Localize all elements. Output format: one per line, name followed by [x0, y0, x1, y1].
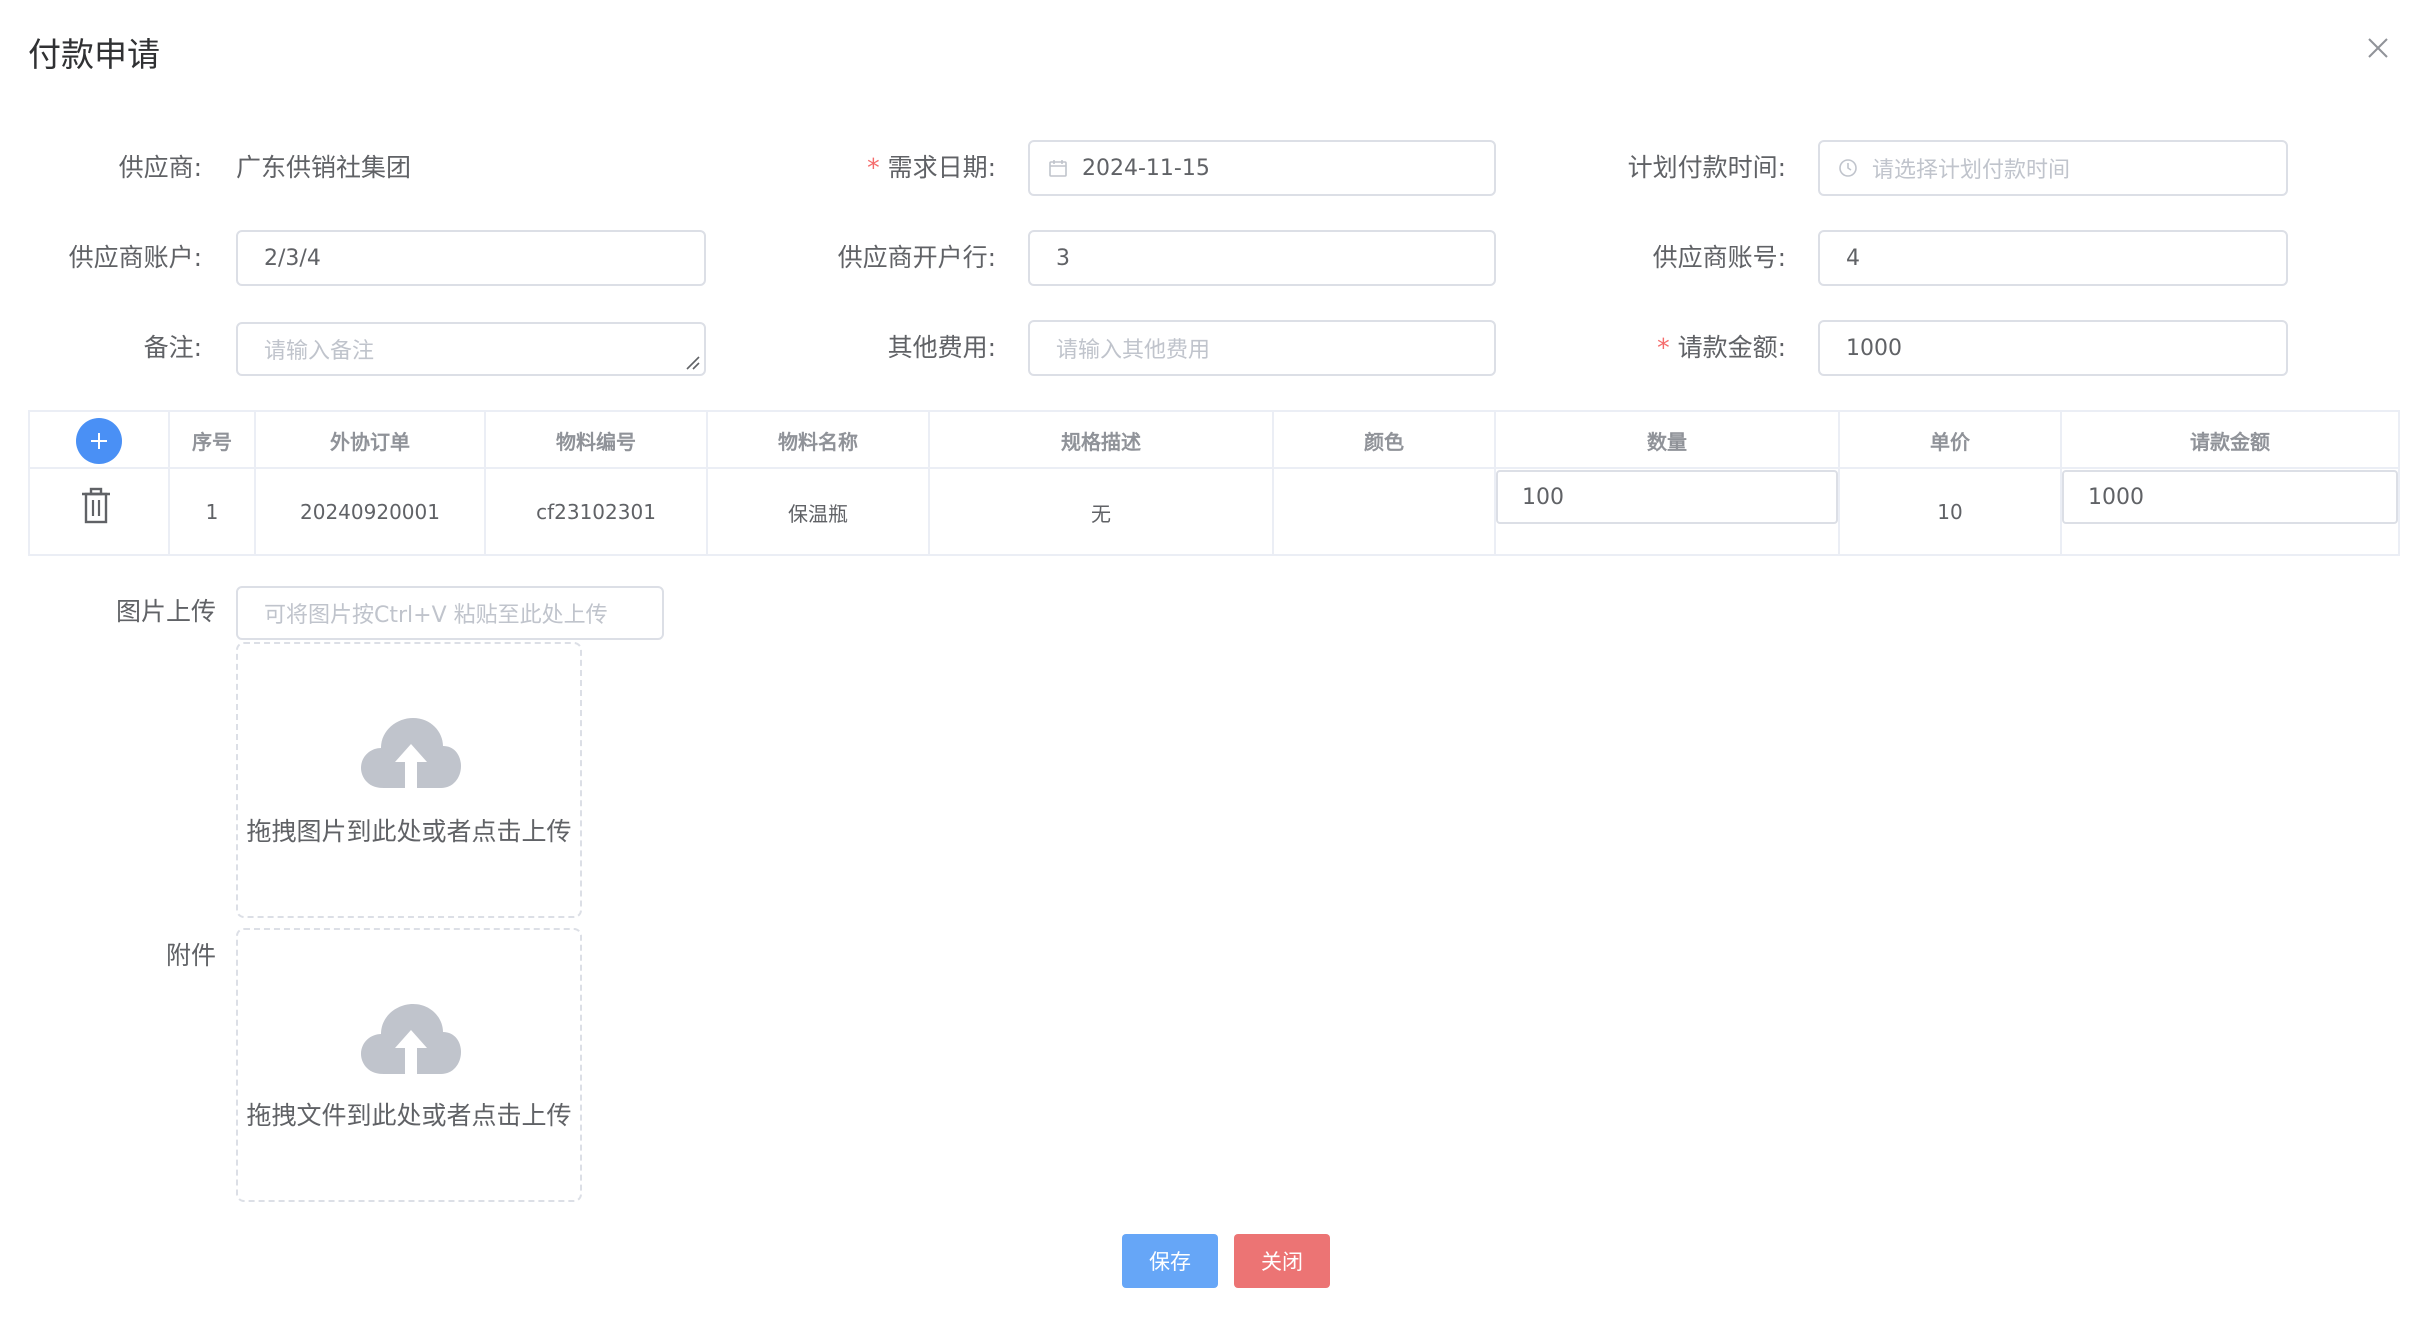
quantity-input[interactable]: 100 [1496, 470, 1838, 524]
other-fee-input[interactable]: 请输入其他费用 [1028, 320, 1496, 376]
cell-order: 20240920001 [300, 500, 440, 524]
plan-pay-time-picker[interactable]: 请选择计划付款时间 [1818, 140, 2288, 196]
col-header-order: 外协订单 [330, 429, 410, 454]
image-paste-placeholder: 可将图片按Ctrl+V 粘贴至此处上传 [264, 603, 608, 628]
close-button[interactable]: 关闭 [1234, 1234, 1330, 1288]
cell-material-code: cf23102301 [536, 500, 656, 524]
col-header-index: 序号 [192, 429, 232, 454]
cell-unit-price: 10 [1937, 500, 1963, 524]
attachment-label: 附件 [165, 941, 216, 970]
dialog-title: 付款申请 [28, 35, 160, 74]
col-header-material-code: 物料编号 [556, 429, 636, 454]
remark-textarea[interactable]: 请输入备注 [236, 322, 706, 376]
attachment-dropzone[interactable]: 拖拽文件到此处或者点击上传 [236, 928, 582, 1202]
request-amount-label: * 请款金额: [1580, 320, 1786, 376]
add-row-button[interactable] [76, 418, 122, 464]
amount-input[interactable]: 1000 [2062, 470, 2398, 524]
cell-color [1274, 468, 1494, 556]
image-upload-dropzone[interactable]: 拖拽图片到此处或者点击上传 [236, 642, 582, 918]
amount-value: 1000 [2088, 484, 2144, 510]
supplier-account-value: 2/3/4 [264, 245, 321, 271]
col-header-amount: 请款金额 [2190, 429, 2270, 454]
supplier-account-no-value: 4 [1846, 245, 1860, 271]
image-upload-label: 图片上传 [115, 597, 216, 626]
required-mark: * [1657, 333, 1670, 362]
col-header-color: 颜色 [1364, 429, 1404, 454]
resize-grip-icon[interactable] [684, 354, 700, 370]
cloud-upload-icon [361, 1004, 461, 1078]
request-amount-input[interactable]: 1000 [1818, 320, 2288, 376]
material-table: 序号 外协订单 物料编号 物料名称 规格描述 颜色 数量 单价 请款金额 1 2… [28, 410, 2400, 556]
cell-material-name: 保温瓶 [788, 501, 848, 526]
supplier-account-no-label: 供应商账号: [1652, 243, 1786, 272]
attachment-drop-text: 拖拽文件到此处或者点击上传 [246, 1101, 572, 1130]
plan-pay-time-label: 计划付款时间: [1627, 153, 1786, 182]
col-header-quantity: 数量 [1647, 429, 1687, 454]
remark-label: 备注: [143, 333, 202, 362]
close-icon[interactable] [2364, 34, 2392, 62]
other-fee-placeholder: 请输入其他费用 [1056, 338, 1211, 363]
other-fee-label: 其他费用: [887, 333, 996, 362]
plan-pay-time-placeholder: 请选择计划付款时间 [1872, 158, 2071, 183]
quantity-value: 100 [1522, 484, 1564, 510]
demand-date-picker[interactable]: 2024-11-15 [1028, 140, 1496, 196]
supplier-bank-input[interactable]: 3 [1028, 230, 1496, 286]
supplier-account-label: 供应商账户: [68, 243, 202, 272]
col-header-unit-price: 单价 [1930, 429, 1970, 454]
cell-index: 1 [205, 500, 219, 524]
cloud-upload-icon [361, 718, 461, 792]
clock-icon [1839, 159, 1857, 177]
delete-row-icon[interactable] [78, 486, 114, 526]
supplier-label: 供应商: [118, 153, 202, 182]
supplier-account-no-input[interactable]: 4 [1818, 230, 2288, 286]
remark-placeholder: 请输入备注 [264, 339, 375, 364]
col-header-material-name: 物料名称 [778, 429, 858, 454]
calendar-icon [1049, 160, 1067, 177]
image-drop-text: 拖拽图片到此处或者点击上传 [246, 817, 572, 846]
image-paste-input[interactable]: 可将图片按Ctrl+V 粘贴至此处上传 [236, 586, 664, 640]
supplier-account-input[interactable]: 2/3/4 [236, 230, 706, 286]
plus-icon [91, 433, 107, 449]
request-amount-value: 1000 [1846, 335, 1902, 361]
demand-date-label-text: 需求日期: [887, 153, 996, 182]
demand-date-value: 2024-11-15 [1082, 155, 1210, 181]
col-header-spec: 规格描述 [1061, 429, 1141, 454]
required-mark: * [867, 153, 880, 182]
save-button[interactable]: 保存 [1122, 1234, 1218, 1288]
demand-date-label: * 需求日期: [800, 140, 996, 196]
supplier-bank-label: 供应商开户行: [837, 243, 996, 272]
supplier-value: 广东供销社集团 [236, 153, 412, 182]
supplier-bank-value: 3 [1056, 245, 1070, 271]
request-amount-label-text: 请款金额: [1677, 333, 1786, 362]
cell-spec: 无 [1091, 501, 1111, 526]
